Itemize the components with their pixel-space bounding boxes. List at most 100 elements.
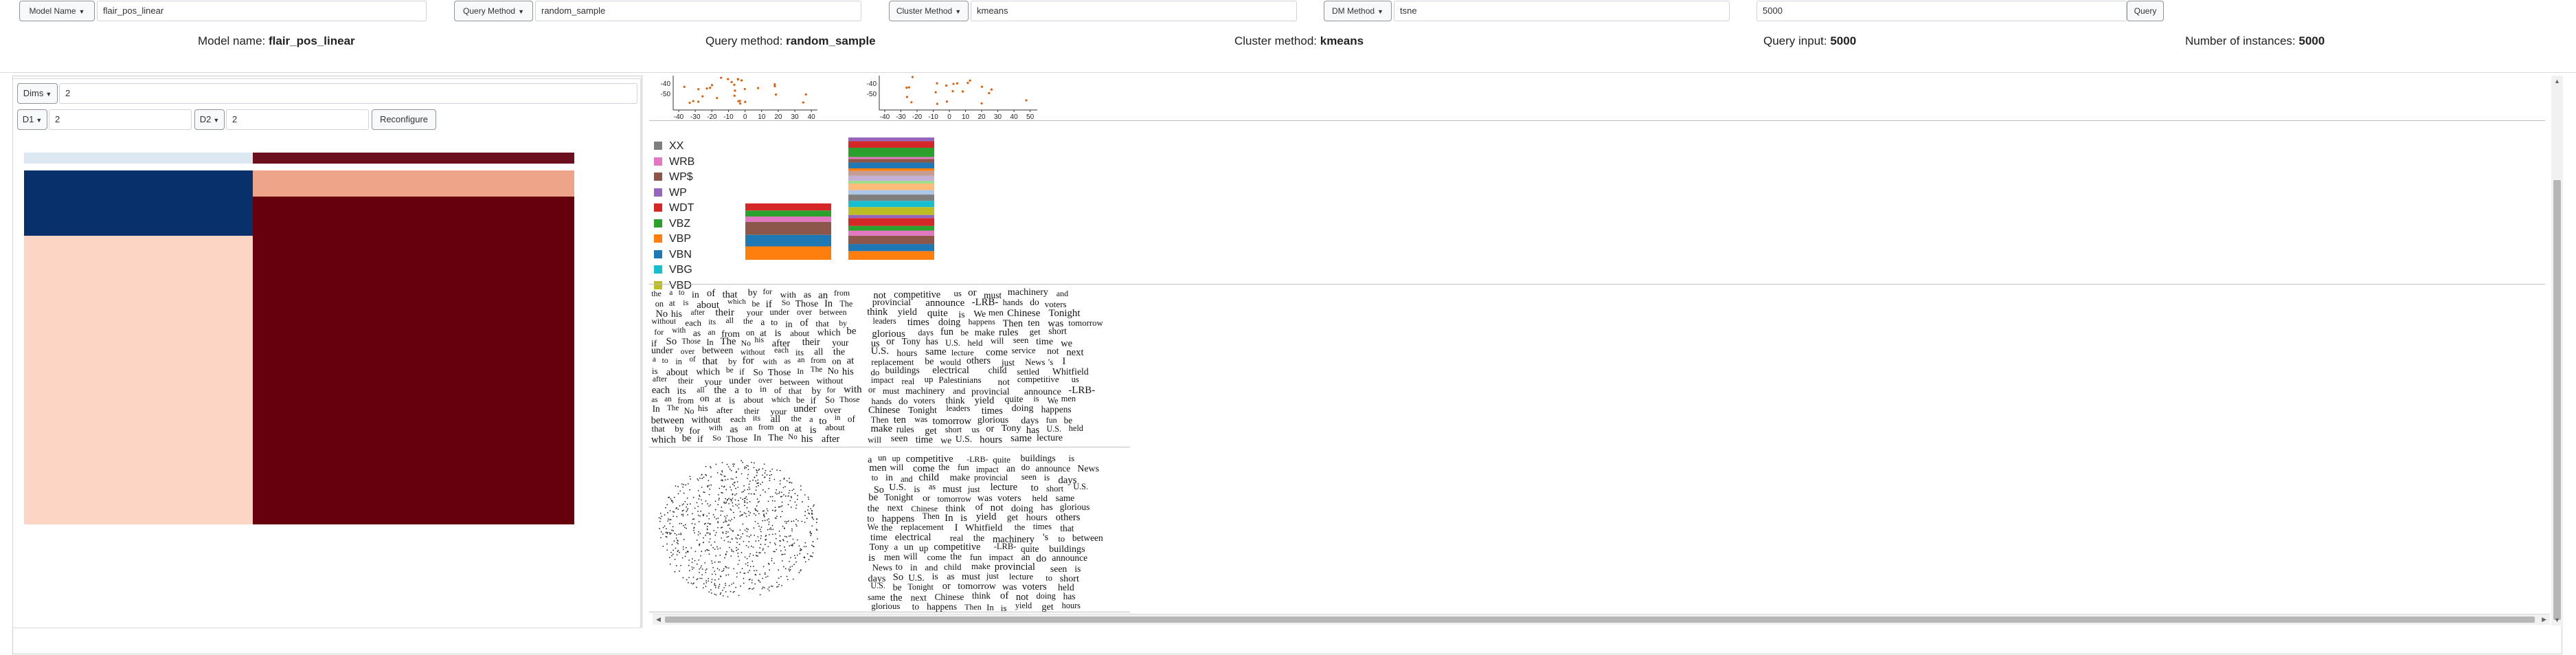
dot-cloud-point — [770, 529, 772, 531]
dot-cloud-point — [717, 561, 719, 563]
query-button[interactable]: Query — [2127, 1, 2164, 21]
scatter-point — [910, 101, 913, 104]
horizontal-scrollbar[interactable]: ◀ ▶ — [653, 614, 2550, 625]
dot-cloud-point — [765, 491, 766, 493]
word-cloud-word: Tonight — [883, 492, 914, 503]
word-cloud-word: an — [708, 328, 716, 337]
horizontal-scroll-thumb[interactable] — [665, 617, 2535, 623]
d1-input[interactable]: 2 — [49, 109, 192, 130]
dot-cloud-point — [746, 465, 748, 467]
dot-cloud-point — [708, 480, 710, 482]
summary-query-method: Query method: random_sample — [705, 34, 876, 51]
word-cloud-word: without — [816, 375, 844, 386]
x-tick-label: -30 — [896, 113, 906, 120]
query-input[interactable]: 5000 — [1756, 1, 2127, 21]
dot-cloud-point — [756, 510, 758, 512]
bar-segment — [848, 147, 934, 157]
legend-swatch — [654, 173, 662, 181]
dot-cloud-point — [730, 541, 731, 543]
dot-cloud-point — [744, 501, 746, 503]
word-cloud-word: as — [928, 482, 936, 492]
dims-dropdown[interactable]: Dims ▼ — [17, 83, 58, 104]
scatter-point — [911, 76, 914, 78]
word-cloud-word: to — [678, 289, 685, 298]
dot-cloud-point — [693, 567, 694, 569]
dot-cloud-point — [760, 526, 762, 528]
dot-cloud-point — [744, 529, 746, 531]
dot-cloud-point — [716, 568, 719, 570]
dims-input[interactable]: 2 — [59, 83, 637, 104]
query-method-dropdown[interactable]: Query Method ▼ — [454, 1, 533, 21]
reconfigure-button[interactable]: Reconfigure — [372, 109, 436, 130]
dot-cloud-point — [769, 480, 771, 482]
dot-cloud-point — [725, 520, 727, 522]
dot-cloud-point — [722, 589, 723, 591]
scroll-down-icon[interactable]: ▼ — [2554, 617, 2560, 623]
dot-cloud-point — [686, 506, 687, 508]
scatter-point — [710, 84, 714, 87]
cluster-method-dropdown[interactable]: Cluster Method ▼ — [889, 1, 969, 21]
dot-cloud-point — [669, 533, 671, 535]
d2-dropdown[interactable]: D2 ▼ — [194, 109, 225, 130]
dot-cloud-point — [714, 500, 716, 502]
dot-cloud-point — [757, 502, 759, 503]
dot-cloud-point — [679, 490, 681, 492]
dot-cloud-point — [769, 542, 771, 544]
dot-cloud-point — [746, 528, 747, 529]
dot-cloud-point — [745, 513, 747, 515]
dot-cloud-point — [768, 521, 770, 523]
word-cloud-word: his — [754, 335, 764, 344]
scatter-point — [802, 101, 804, 104]
dot-cloud-point — [795, 518, 797, 520]
bar-segment — [848, 162, 934, 168]
word-cloud-word: between — [819, 307, 847, 317]
dot-cloud-point — [716, 472, 719, 474]
dot-cloud-point — [683, 524, 684, 526]
dot-cloud-point — [720, 510, 722, 512]
dot-cloud-point — [673, 515, 675, 518]
dot-cloud-point — [790, 557, 791, 559]
scroll-left-icon[interactable]: ◀ — [656, 616, 661, 623]
model-name-input[interactable]: flair_pos_linear — [97, 1, 427, 21]
dot-cloud-point — [745, 467, 747, 469]
dot-cloud-point — [749, 488, 751, 490]
dot-cloud-point — [744, 504, 745, 507]
dot-cloud-point — [670, 533, 672, 534]
dot-cloud-point — [710, 581, 712, 584]
scroll-right-icon[interactable]: ▶ — [2542, 616, 2546, 623]
vertical-scrollbar[interactable]: ▲ ▼ — [2551, 76, 2563, 625]
word-cloud-word: No — [788, 432, 798, 441]
dot-cloud-point — [738, 544, 741, 545]
word-cloud-word: leaders — [946, 403, 971, 414]
dot-cloud-point — [756, 498, 758, 500]
query-method-input[interactable]: random_sample — [535, 1, 861, 21]
dot-cloud-point — [672, 526, 674, 528]
vertical-scroll-thumb[interactable] — [2553, 180, 2561, 620]
dot-cloud-point — [781, 501, 783, 503]
dot-cloud-point — [686, 509, 688, 511]
dot-cloud-point — [784, 535, 786, 537]
dot-cloud-point — [811, 516, 813, 518]
dm-method-dropdown[interactable]: DM Method ▼ — [1324, 1, 1392, 21]
word-cloud-word: at — [846, 355, 855, 367]
dot-cloud-point — [750, 493, 752, 495]
dot-cloud-point — [658, 517, 660, 519]
word-cloud-word: by — [839, 318, 847, 328]
d1-dropdown[interactable]: D1 ▼ — [17, 109, 47, 130]
dot-cloud-point — [788, 520, 789, 522]
dot-cloud-point — [668, 496, 670, 498]
scatter-point — [907, 86, 910, 89]
dm-method-input[interactable]: tsne — [1394, 1, 1730, 21]
word-cloud-word: be — [725, 366, 734, 375]
x-tick-label: -30 — [690, 113, 701, 120]
word-cloud-word: think — [971, 590, 991, 601]
dot-cloud-point — [759, 573, 760, 575]
dot-cloud-point — [806, 553, 809, 555]
dot-cloud-point — [680, 564, 682, 566]
d2-input[interactable]: 2 — [226, 109, 369, 130]
scroll-up-icon[interactable]: ▲ — [2554, 78, 2560, 85]
model-name-dropdown[interactable]: Model Name ▼ — [19, 1, 95, 21]
word-cloud-word: for — [826, 386, 836, 395]
legend-label: WDT — [669, 202, 694, 214]
cluster-method-input[interactable]: kmeans — [971, 1, 1297, 21]
